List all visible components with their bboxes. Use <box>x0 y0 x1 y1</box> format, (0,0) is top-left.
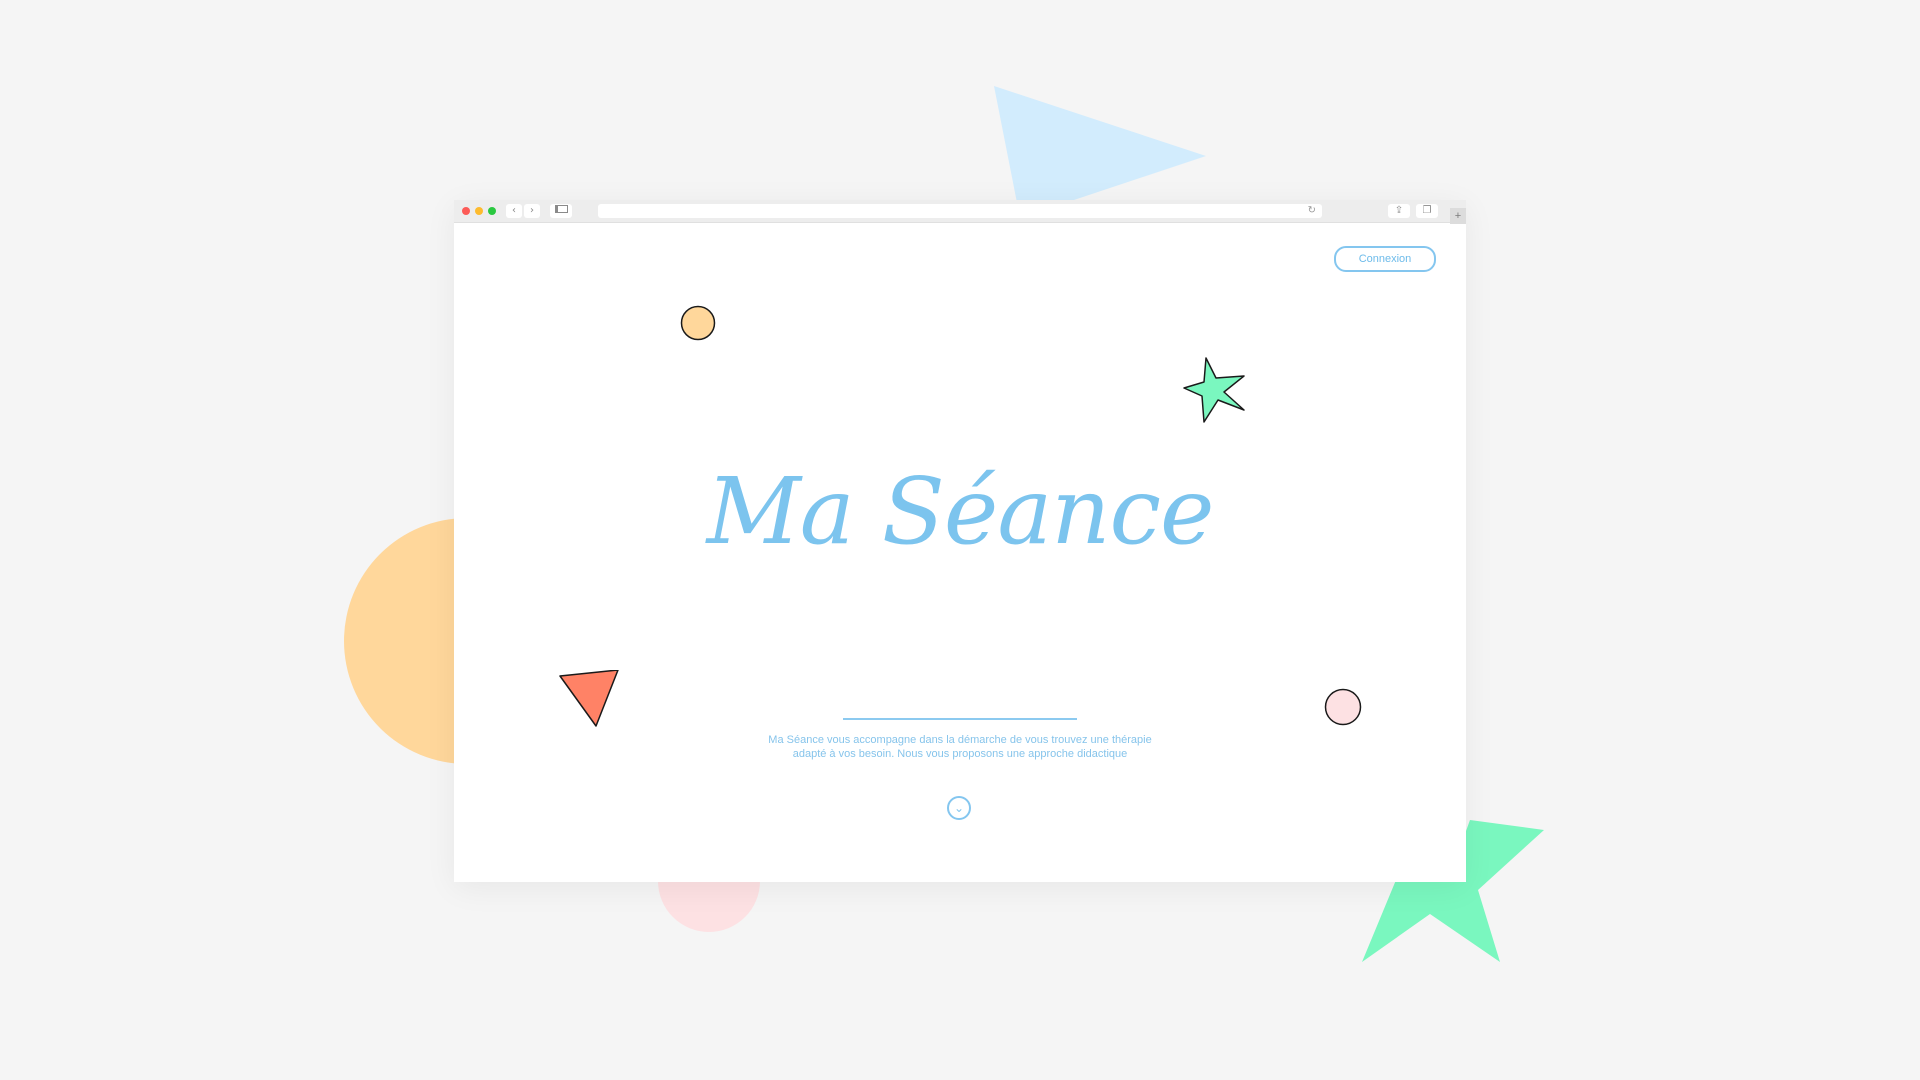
hero-title: Ma Séance <box>706 458 1215 565</box>
plus-icon: + <box>1454 210 1462 222</box>
window-close-button[interactable] <box>462 207 470 215</box>
forward-button[interactable]: › <box>524 204 540 218</box>
sidebar-icon <box>554 205 568 213</box>
title-divider <box>843 718 1077 720</box>
stage: ‹ › ↻ ⇪ ❐ + Connexion Ma Séance Ma Séanc… <box>0 0 1920 1080</box>
share-icon: ⇪ <box>1394 205 1404 216</box>
show-tabs-button[interactable]: ❐ <box>1416 204 1438 218</box>
window-zoom-button[interactable] <box>488 207 496 215</box>
share-button[interactable]: ⇪ <box>1388 204 1410 218</box>
scroll-down-button[interactable]: ⌄ <box>947 796 971 820</box>
back-button[interactable]: ‹ <box>506 204 522 218</box>
window-minimize-button[interactable] <box>475 207 483 215</box>
decorative-green-star <box>1183 357 1245 423</box>
decorative-orange-circle <box>680 305 716 341</box>
chevron-left-icon: ‹ <box>512 205 516 216</box>
page-content: Connexion Ma Séance Ma Séance vous accom… <box>454 222 1466 882</box>
tabs-icon: ❐ <box>1422 205 1432 216</box>
address-bar[interactable]: ↻ <box>598 204 1322 218</box>
reload-icon[interactable]: ↻ <box>1308 204 1316 218</box>
login-button[interactable]: Connexion <box>1334 246 1436 272</box>
decorative-red-triangle <box>559 670 619 727</box>
chevron-down-icon: ⌄ <box>953 801 965 815</box>
decorative-pink-circle <box>1324 688 1362 726</box>
browser-window: ‹ › ↻ ⇪ ❐ + Connexion Ma Séance Ma Séanc… <box>454 200 1466 882</box>
hero-description: Ma Séance vous accompagne dans la démarc… <box>768 734 1152 760</box>
background-blue-triangle <box>994 86 1206 218</box>
chevron-right-icon: › <box>530 205 534 216</box>
sidebar-toggle-button[interactable] <box>550 204 572 218</box>
browser-toolbar: ‹ › ↻ ⇪ ❐ + <box>454 200 1466 224</box>
